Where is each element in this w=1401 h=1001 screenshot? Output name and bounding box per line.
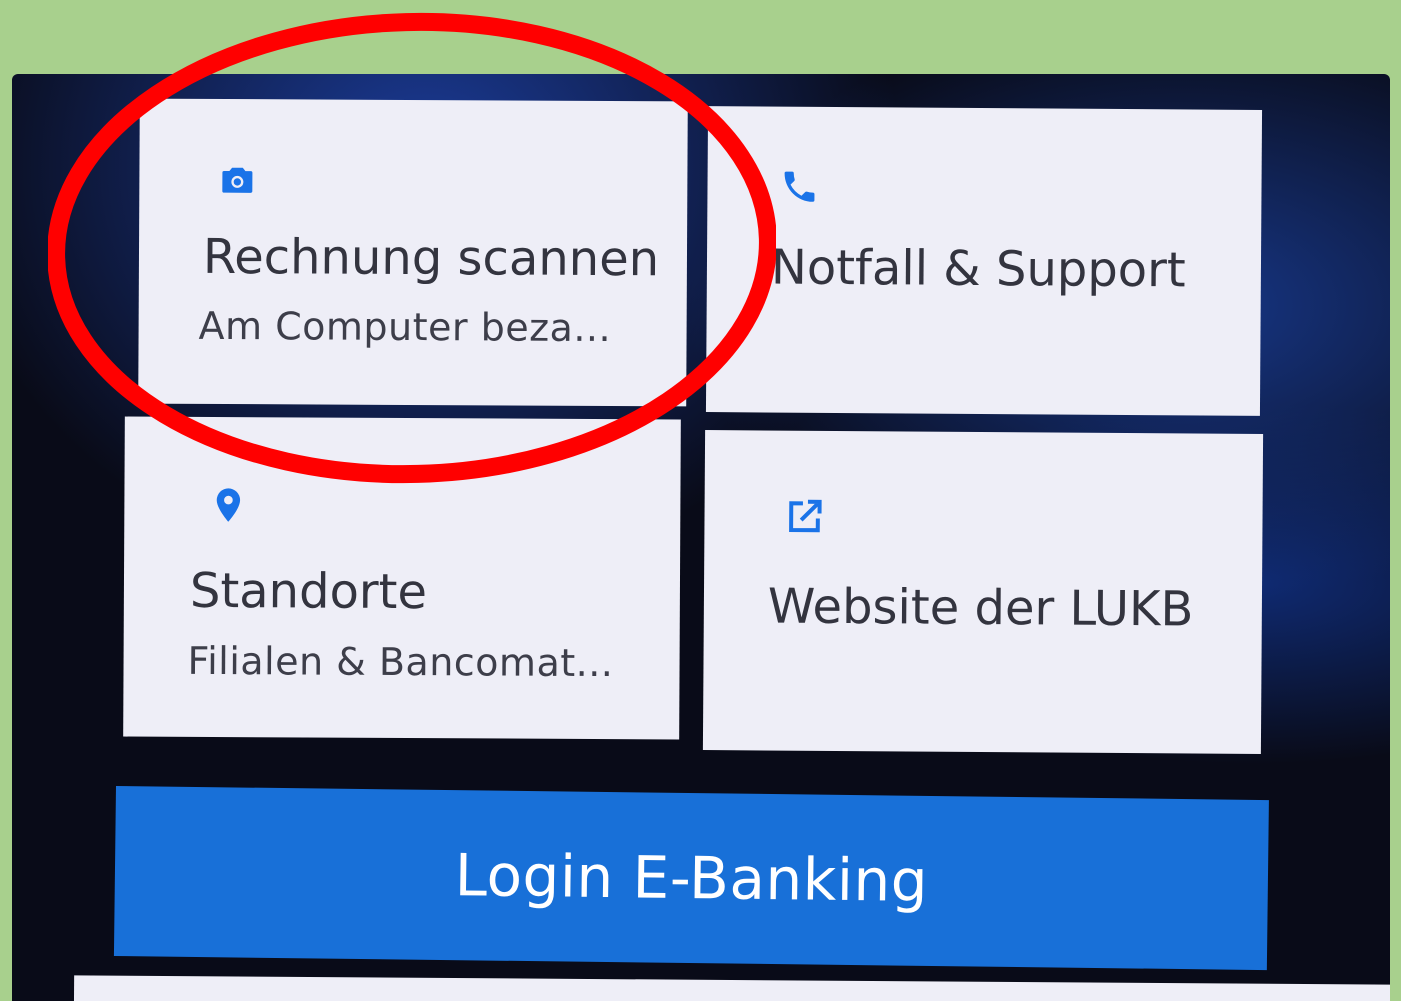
camera-icon	[222, 167, 253, 193]
tile-title: Rechnung scannen	[202, 228, 660, 288]
phone-screen: Rechnung scannen Am Computer beza... Not…	[12, 74, 1390, 1001]
tile-standorte[interactable]: Standorte Filialen & Bancomat...	[123, 416, 681, 740]
phone-icon	[784, 171, 815, 202]
tile-subtitle: Am Computer beza...	[198, 303, 612, 351]
external-link-icon	[789, 499, 822, 533]
tile-subtitle: Filialen & Bancomat...	[187, 638, 614, 686]
login-e-banking-button[interactable]: Login E-Banking	[113, 786, 1269, 971]
next-panel-edge	[73, 975, 1390, 1001]
tile-website-lukb[interactable]: Website der LUKB	[702, 430, 1264, 754]
tile-rechnung-scannen[interactable]: Rechnung scannen Am Computer beza...	[138, 98, 688, 407]
tile-title: Website der LUKB	[767, 578, 1194, 638]
tile-title: Standorte	[189, 562, 428, 621]
tile-notfall-support[interactable]: Notfall & Support	[705, 106, 1263, 416]
tile-title: Notfall & Support	[770, 239, 1186, 299]
location-pin-icon	[216, 488, 241, 522]
